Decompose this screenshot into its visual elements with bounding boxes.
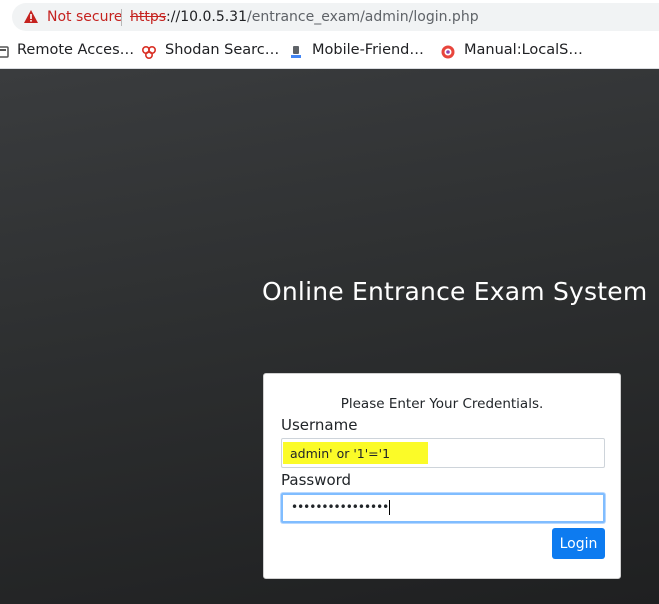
bookmark-mobile-friendly[interactable]: Mobile-Friend… [312,42,424,58]
mobile-friendly-icon[interactable] [288,44,304,60]
url-path: /entrance_exam/admin/login.php [247,9,479,25]
password-input[interactable]: •••••••••••••••• [281,493,605,523]
page-title: Online Entrance Exam System [262,277,648,306]
bookmark-favicon[interactable] [0,44,10,60]
login-card: Please Enter Your Credentials. Username … [263,373,621,579]
url-text[interactable]: https://10.0.5.31/entrance_exam/admin/lo… [130,9,479,25]
bookmark-remote-access[interactable]: Remote Acces… [17,42,134,58]
warning-icon[interactable] [24,10,38,23]
text-caret [389,500,391,515]
username-label: Username [281,416,358,434]
bookmark-shodan[interactable]: Shodan Searc… [165,42,279,58]
username-value: admin' or '1'='1 [290,446,391,461]
login-button[interactable]: Login [552,528,605,559]
divider [121,9,122,26]
username-input[interactable]: admin' or '1'='1 [281,438,605,468]
password-value: •••••••••••••••• [291,500,391,515]
bookmark-localsettings[interactable]: Manual:LocalS… [464,42,583,58]
url-host: ://10.0.5.31 [166,9,247,25]
url-scheme: https [130,9,167,25]
form-header: Please Enter Your Credentials. [340,396,544,412]
page-background: Online Entrance Exam System Please Enter… [0,69,659,604]
localsettings-icon[interactable] [440,44,456,60]
security-status[interactable]: Not secure [47,9,123,25]
password-masked: •••••••••••••••• [291,500,389,514]
address-bar: Not secure https://10.0.5.31/entrance_ex… [0,0,659,36]
shodan-icon[interactable] [141,44,157,60]
password-label: Password [281,471,352,489]
bookmarks-bar: Remote Acces… Shodan Searc… Mobile-Frien… [0,36,659,69]
